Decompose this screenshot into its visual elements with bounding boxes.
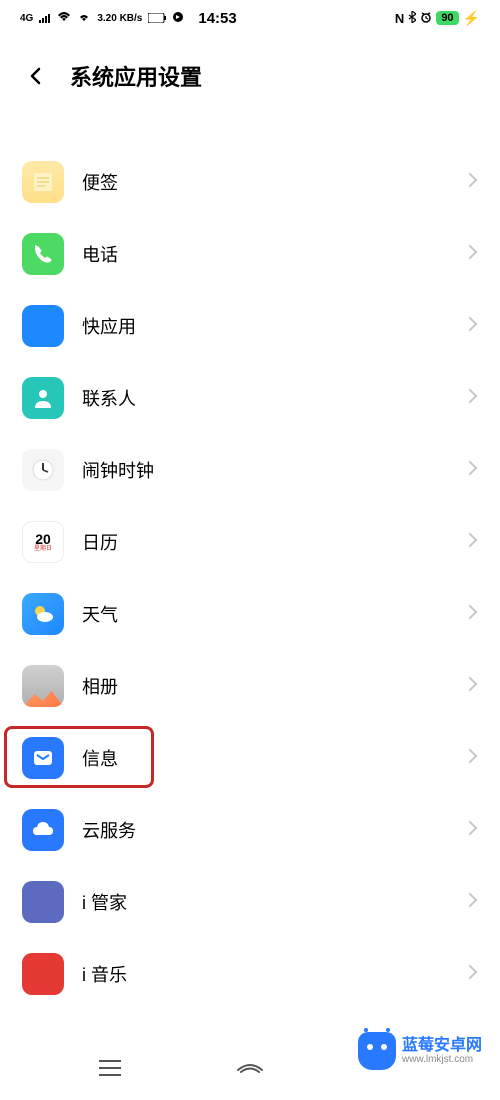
status-left: 4G 3.20 KB/s 14:53	[20, 10, 237, 27]
signal-icon	[39, 11, 51, 26]
calendar-icon: 20星期日	[22, 521, 64, 563]
chevron-right-icon	[468, 532, 478, 553]
watermark: 蓝莓安卓网 www.lmkjst.com	[358, 1032, 482, 1070]
app-label: 闹钟时钟	[82, 457, 468, 483]
back-button[interactable]	[18, 58, 54, 94]
alarm-icon	[420, 11, 432, 26]
app-item-clock[interactable]: 闹钟时钟	[0, 434, 500, 506]
app-label: 电话	[82, 241, 468, 267]
cloud-icon	[22, 809, 64, 851]
gallery-icon	[22, 665, 64, 707]
app-item-imanager[interactable]: i 管家	[0, 866, 500, 938]
page-header: 系统应用设置	[0, 36, 500, 116]
app-label: i 管家	[82, 889, 468, 915]
app-item-gallery[interactable]: 相册	[0, 650, 500, 722]
app-item-calendar[interactable]: 20星期日日历	[0, 506, 500, 578]
app-item-contacts[interactable]: 联系人	[0, 362, 500, 434]
imusic-icon	[22, 953, 64, 995]
back-arrow-icon	[26, 66, 46, 86]
bluetooth-icon	[408, 11, 416, 26]
phone-icon	[22, 233, 64, 275]
quickapp-icon	[22, 305, 64, 347]
app-item-notes[interactable]: 便签	[0, 146, 500, 218]
menu-icon	[97, 1058, 123, 1078]
app-label: 信息	[82, 745, 468, 771]
home-icon	[236, 1058, 264, 1078]
app-item-phone[interactable]: 电话	[0, 218, 500, 290]
notes-icon	[22, 161, 64, 203]
chevron-right-icon	[468, 892, 478, 913]
chevron-right-icon	[468, 604, 478, 625]
app-label: 快应用	[82, 313, 468, 339]
wifi-secondary-icon	[77, 11, 91, 26]
app-label: 相册	[82, 673, 468, 699]
battery-ind-icon	[148, 11, 166, 26]
watermark-mascot-icon	[358, 1032, 396, 1070]
app-item-weather[interactable]: 天气	[0, 578, 500, 650]
app-label: 天气	[82, 601, 468, 627]
nav-menu-button[interactable]	[90, 1048, 130, 1088]
weather-icon	[22, 593, 64, 635]
chevron-right-icon	[468, 964, 478, 985]
app-item-messages[interactable]: 信息	[0, 722, 500, 794]
app-item-imusic[interactable]: i 音乐	[0, 938, 500, 1010]
app-label: i 音乐	[82, 961, 468, 987]
status-time: 14:53	[198, 10, 236, 27]
battery-percent-badge: 90	[436, 11, 458, 25]
page-title: 系统应用设置	[70, 60, 202, 92]
app-label: 联系人	[82, 385, 468, 411]
messages-icon	[22, 737, 64, 779]
imanager-icon	[22, 881, 64, 923]
chevron-right-icon	[468, 316, 478, 337]
status-bar: 4G 3.20 KB/s 14:53 N 90 ⚡	[0, 0, 500, 36]
network-4g-icon: 4G	[20, 13, 33, 24]
contacts-icon	[22, 377, 64, 419]
chevron-right-icon	[468, 460, 478, 481]
chevron-right-icon	[468, 244, 478, 265]
app-item-quickapp[interactable]: 快应用	[0, 290, 500, 362]
chevron-right-icon	[468, 676, 478, 697]
chevron-right-icon	[468, 820, 478, 841]
watermark-title: 蓝莓安卓网	[402, 1037, 482, 1055]
chevron-right-icon	[468, 388, 478, 409]
chevron-right-icon	[468, 172, 478, 193]
watermark-url: www.lmkjst.com	[402, 1054, 482, 1065]
charging-icon: ⚡	[463, 10, 480, 27]
clock-icon	[22, 449, 64, 491]
wifi-icon	[57, 11, 71, 26]
app-label: 便签	[82, 169, 468, 195]
app-label: 日历	[82, 529, 468, 555]
nav-home-button[interactable]	[230, 1048, 270, 1088]
chevron-right-icon	[468, 748, 478, 769]
app-label: 云服务	[82, 817, 468, 843]
net-speed-indicator: 3.20 KB/s	[97, 13, 142, 24]
app-list: 便签电话快应用联系人闹钟时钟 20星期日日历天气相册信息云服务 i 管家 i 音乐	[0, 116, 500, 1010]
status-right: N 90 ⚡	[395, 10, 480, 27]
nfc-icon: N	[395, 11, 404, 26]
app-item-cloud[interactable]: 云服务	[0, 794, 500, 866]
sync-icon	[172, 11, 184, 26]
